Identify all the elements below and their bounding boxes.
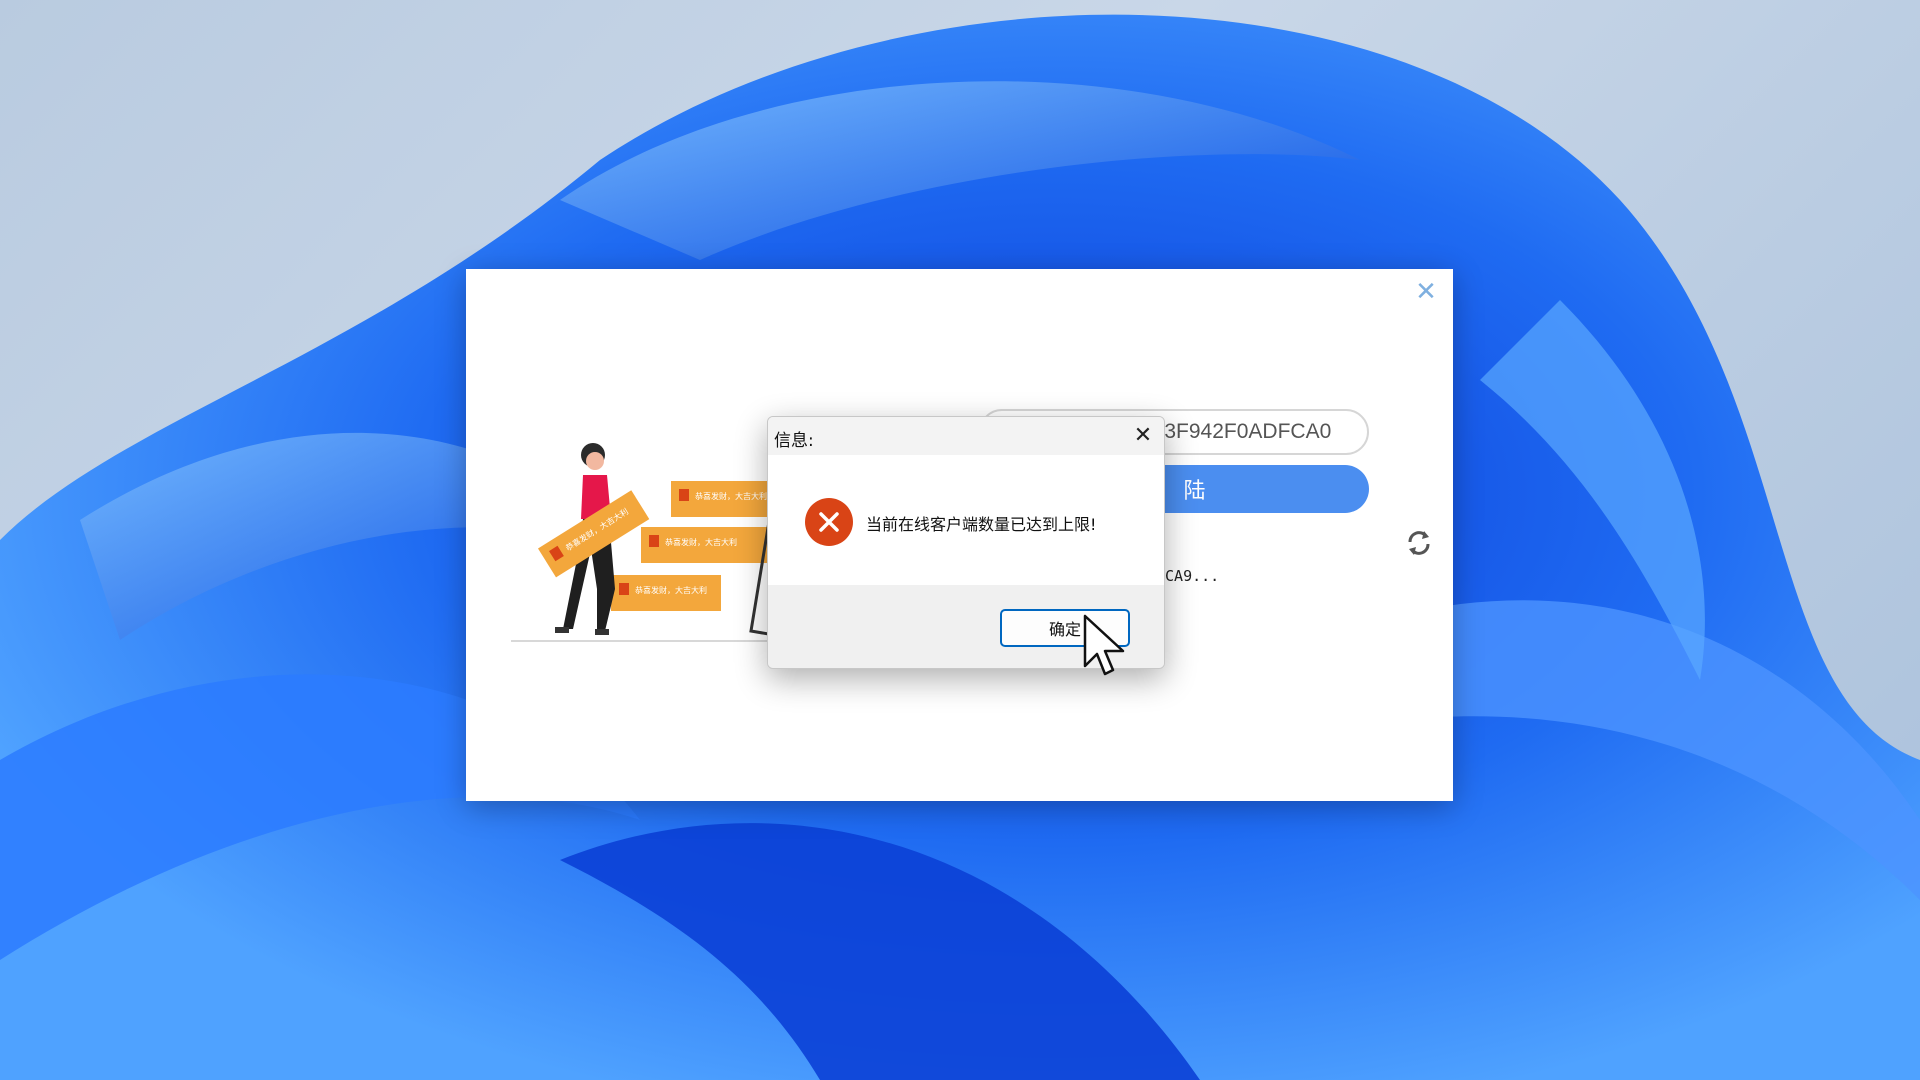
error-icon [805, 498, 853, 546]
machine-code-text: DCA9... [1156, 567, 1220, 585]
illustration-woman-carrying-signs: 恭喜发财，大吉大利 恭喜发财，大吉大利 恭喜发财，大吉大利 恭喜发财，大吉大利 [511, 443, 801, 642]
dialog-close-button[interactable]: ✕ [1128, 421, 1158, 451]
desktop: ✕ 恭喜发财，大吉大利 恭喜发财，大吉大利 恭喜发财，大吉大利 恭喜发财，大吉大… [0, 0, 1920, 1080]
refresh-icon[interactable] [1404, 528, 1434, 558]
sign-text: 恭喜发财，大吉大利 [665, 537, 737, 547]
close-icon: ✕ [1415, 277, 1437, 307]
dialog-title: 信息: [774, 431, 814, 451]
mouse-cursor-icon [1083, 614, 1125, 676]
dialog-titlebar: 信息: ✕ [768, 417, 1164, 455]
sign-text: 恭喜发财，大吉大利 [695, 491, 767, 501]
dialog-body: 当前在线客户端数量已达到上限! [768, 455, 1164, 585]
sign-text: 恭喜发财，大吉大利 [635, 585, 707, 595]
window-close-button[interactable]: ✕ [1411, 277, 1441, 307]
close-icon: ✕ [1133, 423, 1153, 448]
dialog-message: 当前在线客户端数量已达到上限! [866, 515, 1097, 534]
